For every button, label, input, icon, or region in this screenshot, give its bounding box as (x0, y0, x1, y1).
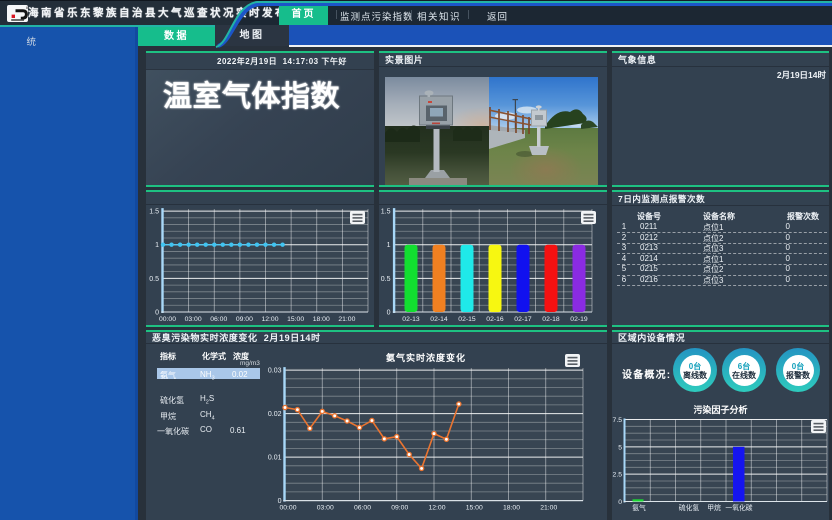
svg-text:03:00: 03:00 (317, 505, 334, 512)
svg-text:1: 1 (155, 242, 159, 249)
svg-text:02-14: 02-14 (430, 316, 448, 323)
svg-text:0.5: 0.5 (149, 276, 159, 283)
svg-text:一氧化碳: 一氧化碳 (725, 503, 752, 512)
svg-text:06:00: 06:00 (210, 316, 227, 323)
svg-text:03:00: 03:00 (185, 316, 202, 323)
svg-text:0.01: 0.01 (268, 455, 282, 462)
svg-text:02-19: 02-19 (570, 316, 588, 323)
svg-text:7.5: 7.5 (613, 417, 623, 424)
svg-text:15:00: 15:00 (466, 505, 483, 512)
svg-text:12:00: 12:00 (428, 505, 445, 512)
svg-text:02-13: 02-13 (402, 316, 420, 323)
svg-text:5: 5 (618, 444, 622, 451)
svg-text:2.5: 2.5 (613, 472, 623, 479)
svg-text:0.03: 0.03 (268, 368, 282, 375)
svg-text:氨气实时浓度变化: 氨气实时浓度变化 (386, 352, 466, 363)
svg-text:硫化氢: 硫化氢 (679, 503, 700, 512)
svg-text:00:00: 00:00 (279, 505, 296, 512)
svg-text:0.5: 0.5 (381, 276, 391, 283)
svg-text:21:00: 21:00 (338, 316, 355, 323)
svg-text:甲烷: 甲烷 (707, 503, 721, 512)
svg-text:09:00: 09:00 (236, 316, 253, 323)
svg-text:0: 0 (618, 499, 622, 506)
svg-text:18:00: 18:00 (503, 505, 520, 512)
svg-text:15:00: 15:00 (287, 316, 304, 323)
svg-text:09:00: 09:00 (391, 505, 408, 512)
svg-text:氨气: 氨气 (632, 503, 646, 512)
svg-text:1.5: 1.5 (149, 209, 159, 216)
svg-text:02-16: 02-16 (486, 316, 504, 323)
svg-text:0.02: 0.02 (268, 411, 282, 418)
svg-text:02-18: 02-18 (542, 316, 560, 323)
svg-text:02-17: 02-17 (514, 316, 532, 323)
svg-text:0: 0 (387, 310, 391, 317)
svg-text:06:00: 06:00 (354, 505, 371, 512)
svg-text:02-15: 02-15 (458, 316, 476, 323)
svg-text:1.5: 1.5 (381, 209, 391, 216)
svg-text:12:00: 12:00 (261, 316, 278, 323)
svg-text:00:00: 00:00 (159, 316, 176, 323)
svg-text:1: 1 (387, 242, 391, 249)
svg-text:18:00: 18:00 (313, 316, 330, 323)
svg-text:21:00: 21:00 (540, 505, 557, 512)
